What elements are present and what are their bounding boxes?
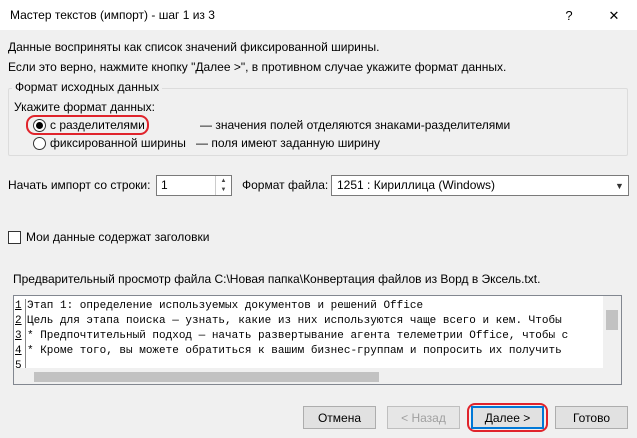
preview-row: 1 Этап 1: определение используемых докуме… bbox=[14, 299, 604, 314]
headers-checkbox[interactable] bbox=[8, 231, 21, 244]
start-row-label: Начать импорт со строки: bbox=[8, 178, 151, 192]
radio-delimited[interactable] bbox=[33, 119, 46, 132]
cancel-button[interactable]: Отмена bbox=[303, 406, 376, 429]
row-text: * Предпочтительный подход — начать разве… bbox=[27, 330, 569, 342]
title-bar: Мастер текстов (импорт) - шаг 1 из 3 ? ✕ bbox=[0, 0, 637, 31]
start-row-spinner[interactable]: 1 ▲ ▼ bbox=[156, 175, 232, 196]
row-number: 3 bbox=[14, 329, 26, 344]
chevron-down-icon[interactable]: ▼ bbox=[611, 176, 628, 195]
horizontal-scroll-thumb[interactable] bbox=[34, 372, 379, 382]
radio-fixed-width-description: — поля имеют заданную ширину bbox=[196, 136, 381, 150]
row-number: 4 bbox=[14, 344, 26, 359]
next-button[interactable]: Далее > bbox=[471, 406, 544, 429]
preview-row: 3 * Предпочтительный подход — начать разв… bbox=[14, 329, 604, 344]
headers-checkbox-label[interactable]: Мои данные содержат заголовки bbox=[26, 230, 209, 244]
scroll-corner bbox=[603, 368, 621, 384]
row-number: 2 bbox=[14, 314, 26, 329]
encoding-label: Формат файла: bbox=[242, 178, 329, 192]
preview-caption: Предварительный просмотр файла C:\Новая … bbox=[13, 272, 541, 286]
radio-selected-dot bbox=[36, 122, 43, 129]
back-button[interactable]: < Назад bbox=[387, 406, 460, 429]
window-title: Мастер текстов (импорт) - шаг 1 из 3 bbox=[10, 8, 215, 22]
vertical-scrollbar[interactable] bbox=[603, 296, 621, 368]
vertical-scroll-thumb[interactable] bbox=[606, 310, 618, 330]
row-text: Цель для этапа поиска — узнать, какие из… bbox=[27, 315, 562, 327]
row-text: Этап 1: определение используемых докумен… bbox=[27, 300, 424, 312]
preview-row: 4 * Кроме того, вы можете обратиться к ва… bbox=[14, 344, 604, 359]
help-button[interactable]: ? bbox=[546, 0, 592, 31]
file-preview[interactable]: 1 Этап 1: определение используемых докуме… bbox=[13, 295, 622, 385]
radio-delimited-label[interactable]: с разделителями bbox=[50, 118, 145, 132]
encoding-value: 1251 : Кириллица (Windows) bbox=[337, 178, 496, 192]
encoding-select[interactable]: 1251 : Кириллица (Windows) ▼ bbox=[331, 175, 629, 196]
format-group-legend: Формат исходных данных bbox=[12, 80, 163, 94]
row-text: * Кроме того, вы можете обратиться к ваш… bbox=[27, 345, 562, 357]
start-row-value[interactable]: 1 bbox=[161, 178, 168, 192]
radio-delimited-description: — значения полей отделяются знаками-разд… bbox=[200, 118, 511, 132]
close-icon: ✕ bbox=[608, 7, 620, 23]
spin-up-icon[interactable]: ▲ bbox=[216, 176, 231, 185]
row-number: 1 bbox=[14, 299, 26, 314]
finish-button[interactable]: Готово bbox=[555, 406, 628, 429]
intro-line-1: Данные восприняты как список значений фи… bbox=[8, 40, 380, 54]
horizontal-scrollbar[interactable] bbox=[14, 368, 603, 384]
intro-line-2: Если это верно, нажмите кнопку "Далее >"… bbox=[8, 60, 507, 74]
format-prompt: Укажите формат данных: bbox=[14, 100, 155, 114]
preview-row: 2 Цель для этапа поиска — узнать, какие и… bbox=[14, 314, 604, 329]
spin-down-icon[interactable]: ▼ bbox=[216, 185, 231, 194]
radio-fixed-width-label[interactable]: фиксированной ширины bbox=[50, 136, 186, 150]
spinner-buttons: ▲ ▼ bbox=[215, 176, 231, 195]
close-button[interactable]: ✕ bbox=[591, 0, 637, 31]
radio-fixed-width[interactable] bbox=[33, 137, 46, 150]
